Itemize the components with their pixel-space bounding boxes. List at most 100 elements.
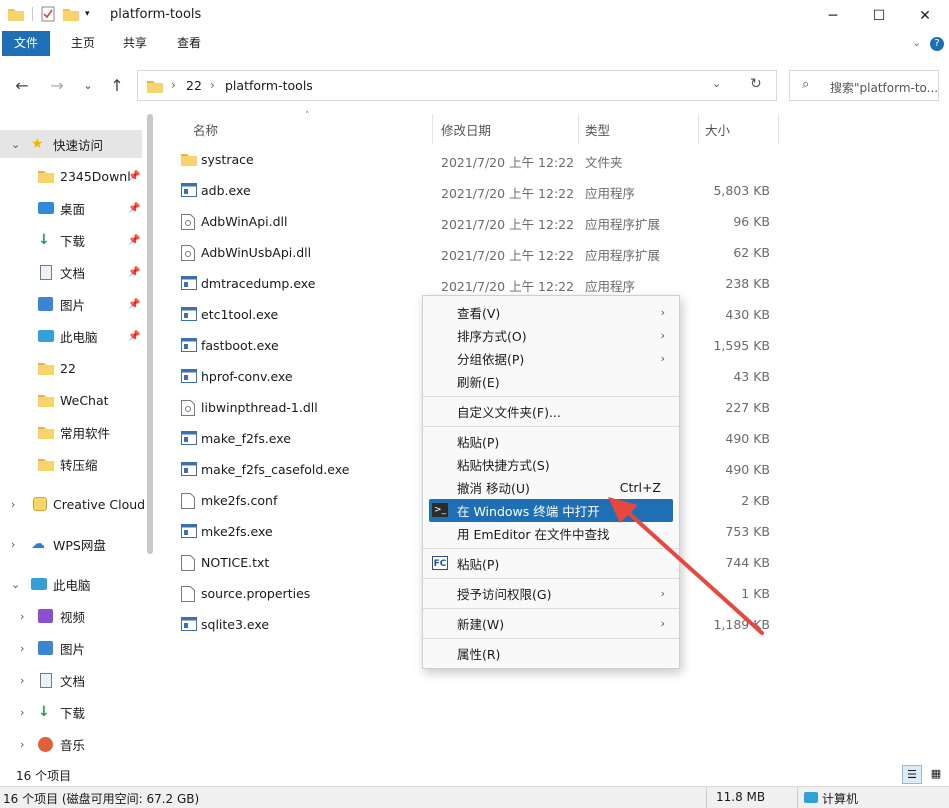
sidebar-item-wechat[interactable]: WeChat bbox=[0, 386, 142, 414]
sidebar-item-2345downloads[interactable]: 2345Downl 📌 bbox=[0, 162, 142, 190]
status-bar-top: 16 个项目 ☰ ▦ bbox=[0, 764, 949, 786]
sidebar-item-wps[interactable]: › ☁ WPS网盘 bbox=[0, 530, 142, 558]
close-button[interactable]: ✕ bbox=[902, 0, 948, 31]
file-type: 应用程序扩展 bbox=[585, 248, 661, 263]
column-size[interactable]: 大小 bbox=[705, 120, 730, 139]
computer-icon bbox=[804, 792, 818, 803]
menu-item-label: 用 EmEditor 在文件中查找 bbox=[457, 527, 610, 542]
file-row[interactable]: AdbWinUsbApi.dll 2021/7/20 上午 12:22 应用程序扩展… bbox=[160, 237, 780, 268]
sidebar-item-quick-access[interactable]: ⌄ ★ 快速访问 bbox=[0, 130, 142, 158]
exe-icon bbox=[181, 338, 197, 354]
details-view-icon[interactable]: ☰ bbox=[902, 765, 922, 784]
menu-item[interactable]: 分组依据(P) › bbox=[429, 347, 673, 370]
file-row[interactable]: systrace 2021/7/20 上午 12:22 文件夹 bbox=[160, 144, 780, 175]
search-box[interactable]: ⌕ 搜索"platform-to... bbox=[789, 70, 939, 101]
sidebar-item-common-software[interactable]: 常用软件 bbox=[0, 418, 142, 446]
folder-icon[interactable] bbox=[8, 7, 24, 21]
recent-locations-icon[interactable]: ⌄ bbox=[76, 73, 100, 97]
column-divider[interactable] bbox=[778, 114, 779, 144]
sidebar-item-pictures[interactable]: 图片 📌 bbox=[0, 290, 142, 318]
menu-item[interactable]: 粘贴(P) bbox=[429, 430, 673, 453]
menu-item[interactable]: 排序方式(O) › bbox=[429, 324, 673, 347]
tab-file[interactable]: 文件 bbox=[2, 31, 51, 56]
chevron-right-icon[interactable]: › bbox=[11, 538, 15, 551]
file-name: adb.exe bbox=[201, 183, 251, 198]
column-type[interactable]: 类型 bbox=[585, 120, 610, 139]
column-date[interactable]: 修改日期 bbox=[441, 120, 491, 139]
back-arrow-icon[interactable]: ← bbox=[10, 73, 34, 97]
forward-arrow-icon[interactable]: → bbox=[45, 73, 69, 97]
search-input[interactable]: 搜索"platform-to... bbox=[830, 79, 938, 96]
chevron-right-icon[interactable]: › bbox=[20, 738, 24, 751]
column-divider[interactable] bbox=[578, 114, 579, 144]
menu-item[interactable]: 粘贴快捷方式(S) bbox=[429, 453, 673, 476]
sidebar-item-pc-pictures[interactable]: › 图片 bbox=[0, 634, 142, 662]
breadcrumb-separator: › bbox=[171, 78, 176, 92]
column-divider[interactable] bbox=[432, 114, 433, 144]
video-icon bbox=[38, 609, 53, 623]
minimize-button[interactable]: ─ bbox=[810, 0, 856, 31]
chevron-right-icon[interactable]: › bbox=[20, 674, 24, 687]
item-count: 16 个项目 bbox=[16, 769, 72, 783]
exe-icon bbox=[181, 369, 197, 385]
breadcrumb-platform-tools[interactable]: platform-tools bbox=[225, 78, 313, 93]
menu-item[interactable]: 自定义文件夹(F)... bbox=[429, 400, 673, 423]
chevron-down-icon[interactable]: ⌄ bbox=[11, 138, 20, 151]
menu-item[interactable]: 查看(V) › bbox=[429, 301, 673, 324]
pin-icon: 📌 bbox=[128, 298, 141, 310]
folder-icon bbox=[147, 81, 163, 93]
tab-home[interactable]: 主页 bbox=[59, 31, 107, 56]
breadcrumb-22[interactable]: 22 bbox=[186, 78, 202, 93]
sidebar-item-22[interactable]: 22 bbox=[0, 354, 142, 382]
address-dropdown-icon[interactable]: ⌄ bbox=[712, 77, 721, 90]
column-divider[interactable] bbox=[698, 114, 699, 144]
file-icon bbox=[181, 555, 197, 571]
chevron-right-icon[interactable]: › bbox=[20, 642, 24, 655]
chevron-right-icon[interactable]: › bbox=[20, 610, 24, 623]
status-summary: 16 个项目 (磁盘可用空间: 67.2 GB) bbox=[3, 792, 200, 806]
file-type: 应用程序 bbox=[585, 186, 636, 201]
sidebar-item-pc-downloads[interactable]: › ↓ 下载 bbox=[0, 698, 142, 726]
file-type: 应用程序扩展 bbox=[585, 217, 661, 232]
tab-view[interactable]: 查看 bbox=[165, 31, 213, 56]
sidebar-item-documents[interactable]: 文档 📌 bbox=[0, 258, 142, 286]
up-arrow-icon[interactable]: ↑ bbox=[105, 73, 129, 97]
properties-icon[interactable] bbox=[41, 6, 55, 22]
sidebar-item-music[interactable]: › 音乐 bbox=[0, 730, 142, 758]
maximize-button[interactable]: ☐ bbox=[856, 0, 902, 31]
sidebar-item-videos[interactable]: › 视频 bbox=[0, 602, 142, 630]
customize-toolbar-icon[interactable]: ▾ bbox=[85, 9, 90, 19]
file-row[interactable]: AdbWinApi.dll 2021/7/20 上午 12:22 应用程序扩展 96 … bbox=[160, 206, 780, 237]
column-name[interactable]: 名称 bbox=[193, 120, 218, 139]
large-icons-view-icon[interactable]: ▦ bbox=[926, 765, 946, 784]
file-size: 1,595 KB bbox=[713, 338, 770, 353]
menu-item[interactable]: 刷新(E) bbox=[429, 370, 673, 393]
fc-icon: FC bbox=[432, 556, 448, 570]
sidebar-item-downloads[interactable]: ↓ 下载 📌 bbox=[0, 226, 142, 254]
sidebar-item-this-pc-quick[interactable]: 此电脑 📌 bbox=[0, 322, 142, 350]
address-bar[interactable]: › 22 › platform-tools ⌄ ↻ bbox=[137, 70, 777, 101]
sidebar-item-pc-documents[interactable]: › 文档 bbox=[0, 666, 142, 694]
sidebar-item-compress[interactable]: 转压缩 bbox=[0, 450, 142, 478]
chevron-down-icon[interactable]: ⌄ bbox=[912, 36, 921, 49]
folder-icon bbox=[38, 459, 54, 471]
pin-icon: 📌 bbox=[128, 266, 141, 278]
file-row[interactable]: adb.exe 2021/7/20 上午 12:22 应用程序 5,803 KB bbox=[160, 175, 780, 206]
chevron-right-icon[interactable]: › bbox=[20, 706, 24, 719]
chevron-down-icon[interactable]: ⌄ bbox=[11, 578, 20, 591]
sidebar-item-this-pc[interactable]: ⌄ 此电脑 bbox=[0, 570, 142, 598]
menu-item[interactable]: 属性(R) bbox=[429, 642, 673, 665]
window-title: platform-tools bbox=[110, 7, 202, 22]
file-name: source.properties bbox=[201, 586, 311, 601]
menu-item-label: 在 Windows 终端 中打开 bbox=[457, 504, 600, 519]
sidebar-item-desktop[interactable]: 桌面 📌 bbox=[0, 194, 142, 222]
tab-share[interactable]: 共享 bbox=[111, 31, 159, 56]
help-icon[interactable]: ? bbox=[930, 37, 944, 51]
refresh-icon[interactable]: ↻ bbox=[750, 76, 762, 92]
star-icon: ★ bbox=[31, 136, 44, 152]
chevron-right-icon[interactable]: › bbox=[11, 498, 15, 511]
sidebar-scrollbar[interactable] bbox=[147, 114, 153, 554]
new-folder-icon[interactable] bbox=[63, 7, 79, 21]
menu-item-label: 自定义文件夹(F)... bbox=[457, 405, 561, 420]
sidebar-item-creative-cloud[interactable]: › Creative Cloud bbox=[0, 490, 145, 518]
